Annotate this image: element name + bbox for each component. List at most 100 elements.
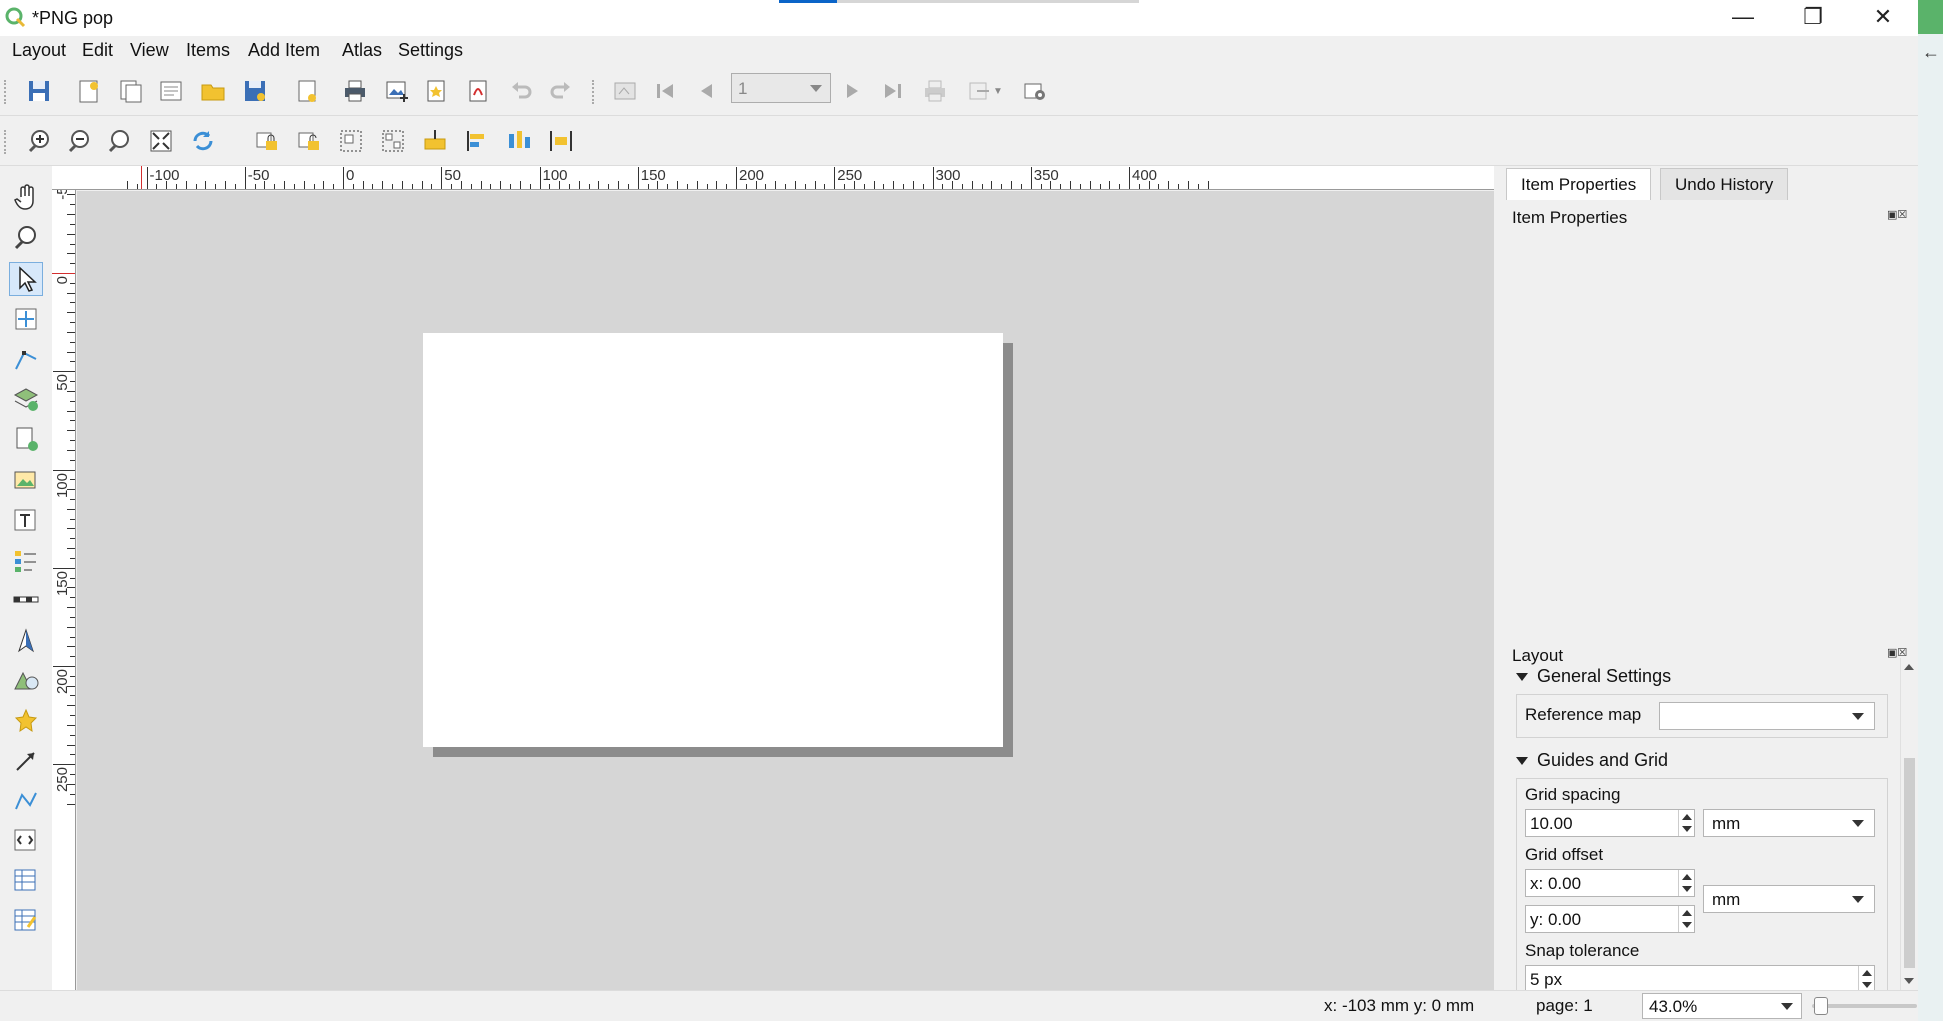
raise-items-button[interactable] xyxy=(420,126,450,156)
ungroup-items-button[interactable] xyxy=(378,126,408,156)
distribute-items-button[interactable] xyxy=(504,126,534,156)
add-fixed-table-tool[interactable] xyxy=(9,904,43,938)
add-scalebar-tool[interactable] xyxy=(9,584,43,618)
zoom-tool[interactable] xyxy=(9,220,43,254)
move-content-tool[interactable] xyxy=(9,302,43,336)
atlas-preview-button[interactable] xyxy=(610,76,640,106)
export-image-button[interactable] xyxy=(382,76,412,106)
export-atlas-dropdown[interactable]: ▼ xyxy=(960,76,1010,106)
add-legend-tool[interactable] xyxy=(9,544,43,578)
add-picture-tool[interactable] xyxy=(9,464,43,498)
toolbar-handle[interactable] xyxy=(4,80,8,104)
print-button[interactable] xyxy=(340,76,370,106)
add-page-button[interactable] xyxy=(292,76,322,106)
add-html-tool[interactable] xyxy=(9,824,43,858)
add-arrow-tool[interactable] xyxy=(9,744,43,778)
atlas-settings-button[interactable] xyxy=(1020,76,1050,106)
zoom-level-combo[interactable]: 43.0% xyxy=(1642,993,1802,1019)
pan-tool[interactable] xyxy=(9,180,43,214)
ruler-tick xyxy=(480,181,482,189)
zoom-slider[interactable] xyxy=(1812,997,1917,1015)
menu-settings[interactable]: Settings xyxy=(398,40,463,61)
dock-float-close-icons[interactable]: ▣☒ xyxy=(1887,208,1907,221)
grid-offset-y-stepper[interactable] xyxy=(1678,906,1694,932)
grid-spacing-unit-combo[interactable]: mm xyxy=(1703,809,1875,837)
ruler-tick xyxy=(903,184,905,189)
toolbar-handle-atlas[interactable] xyxy=(592,80,596,104)
grid-offset-unit-combo[interactable]: mm xyxy=(1703,885,1875,913)
reference-map-combo[interactable] xyxy=(1659,702,1875,730)
layout-manager-button[interactable] xyxy=(156,76,186,106)
edit-nodes-tool[interactable] xyxy=(9,342,43,376)
next-feature-button[interactable] xyxy=(837,76,867,106)
undo-button[interactable] xyxy=(506,76,536,106)
zoom-in-button[interactable] xyxy=(24,126,54,156)
menu-add-item[interactable]: Add Item xyxy=(248,40,320,61)
select-move-tool[interactable] xyxy=(9,262,43,296)
horizontal-ruler[interactable]: -100 -50 0 50 100 150 200 250 300 350 400 xyxy=(52,166,1494,190)
open-template-button[interactable] xyxy=(198,76,228,106)
add-marker-tool[interactable] xyxy=(9,704,43,738)
grid-spacing-stepper[interactable] xyxy=(1678,810,1694,836)
last-feature-button[interactable] xyxy=(878,76,908,106)
back-arrow-icon[interactable]: ← xyxy=(1922,42,1940,63)
menu-atlas[interactable]: Atlas xyxy=(342,40,382,61)
grid-offset-x-input[interactable]: x: 0.00 xyxy=(1525,869,1695,897)
scroll-down-icon[interactable] xyxy=(1904,978,1914,984)
add-shape-tool[interactable] xyxy=(9,664,43,698)
add-3d-map-tool[interactable] xyxy=(9,422,43,456)
layout-canvas[interactable] xyxy=(77,191,1494,990)
previous-feature-button[interactable] xyxy=(692,76,722,106)
restore-button[interactable]: ❐ xyxy=(1778,0,1848,34)
refresh-view-button[interactable] xyxy=(188,126,218,156)
snap-tolerance-stepper[interactable] xyxy=(1858,966,1874,992)
add-north-arrow-tool[interactable] xyxy=(9,624,43,658)
unlock-items-button[interactable] xyxy=(294,126,324,156)
print-atlas-button[interactable] xyxy=(920,76,950,106)
minimize-button[interactable]: — xyxy=(1708,0,1778,34)
add-polyline-tool[interactable] xyxy=(9,784,43,818)
zoom-full-button[interactable] xyxy=(146,126,176,156)
layout-panel-scrollbar[interactable] xyxy=(1900,658,1917,990)
vertical-ruler[interactable]: -50 0 50 100 150 200 250 xyxy=(52,190,76,990)
redo-button[interactable] xyxy=(546,76,576,106)
toolbar-handle-view[interactable] xyxy=(4,130,8,154)
add-attribute-table-tool[interactable] xyxy=(9,864,43,898)
menu-items[interactable]: Items xyxy=(186,40,230,61)
background-app-tab[interactable] xyxy=(1918,0,1943,34)
zoom-out-button[interactable] xyxy=(64,126,94,156)
lock-items-button[interactable] xyxy=(252,126,282,156)
menu-layout[interactable]: Layout xyxy=(12,40,66,61)
export-svg-button[interactable] xyxy=(422,76,452,106)
group-items-button[interactable] xyxy=(336,126,366,156)
general-settings-header[interactable]: General Settings xyxy=(1516,666,1671,687)
add-map-tool[interactable] xyxy=(9,382,43,416)
guides-and-grid-header[interactable]: Guides and Grid xyxy=(1516,750,1668,771)
ruler-tick xyxy=(67,233,75,235)
save-layout-button[interactable] xyxy=(24,76,54,106)
layout-page[interactable] xyxy=(423,333,1003,747)
scrollbar-thumb[interactable] xyxy=(1904,758,1915,968)
zoom-100-button[interactable] xyxy=(104,126,134,156)
menu-view[interactable]: View xyxy=(130,40,169,61)
zoom-slider-handle[interactable] xyxy=(1814,997,1828,1015)
new-layout-button[interactable] xyxy=(74,76,104,106)
first-feature-button[interactable] xyxy=(650,76,680,106)
grid-offset-y-input[interactable]: y: 0.00 xyxy=(1525,905,1695,933)
export-pdf-button[interactable] xyxy=(464,76,494,106)
scroll-up-icon[interactable] xyxy=(1904,664,1914,670)
save-as-template-button[interactable] xyxy=(240,76,270,106)
align-items-button[interactable] xyxy=(462,126,492,156)
grid-spacing-input[interactable]: 10.00 xyxy=(1525,809,1695,837)
duplicate-layout-button[interactable] xyxy=(116,76,146,106)
tab-undo-history[interactable]: Undo History xyxy=(1660,168,1789,200)
close-button[interactable]: ✕ xyxy=(1848,0,1918,34)
snap-tolerance-label: Snap tolerance xyxy=(1525,941,1640,960)
add-label-tool[interactable] xyxy=(9,504,43,538)
atlas-page-combo[interactable]: 1 xyxy=(731,73,831,103)
tab-item-properties[interactable]: Item Properties xyxy=(1506,168,1652,200)
resize-items-button[interactable] xyxy=(546,126,576,156)
grid-offset-x-stepper[interactable] xyxy=(1678,870,1694,896)
menu-edit[interactable]: Edit xyxy=(82,40,113,61)
snap-tolerance-input[interactable]: 5 px xyxy=(1525,965,1875,993)
